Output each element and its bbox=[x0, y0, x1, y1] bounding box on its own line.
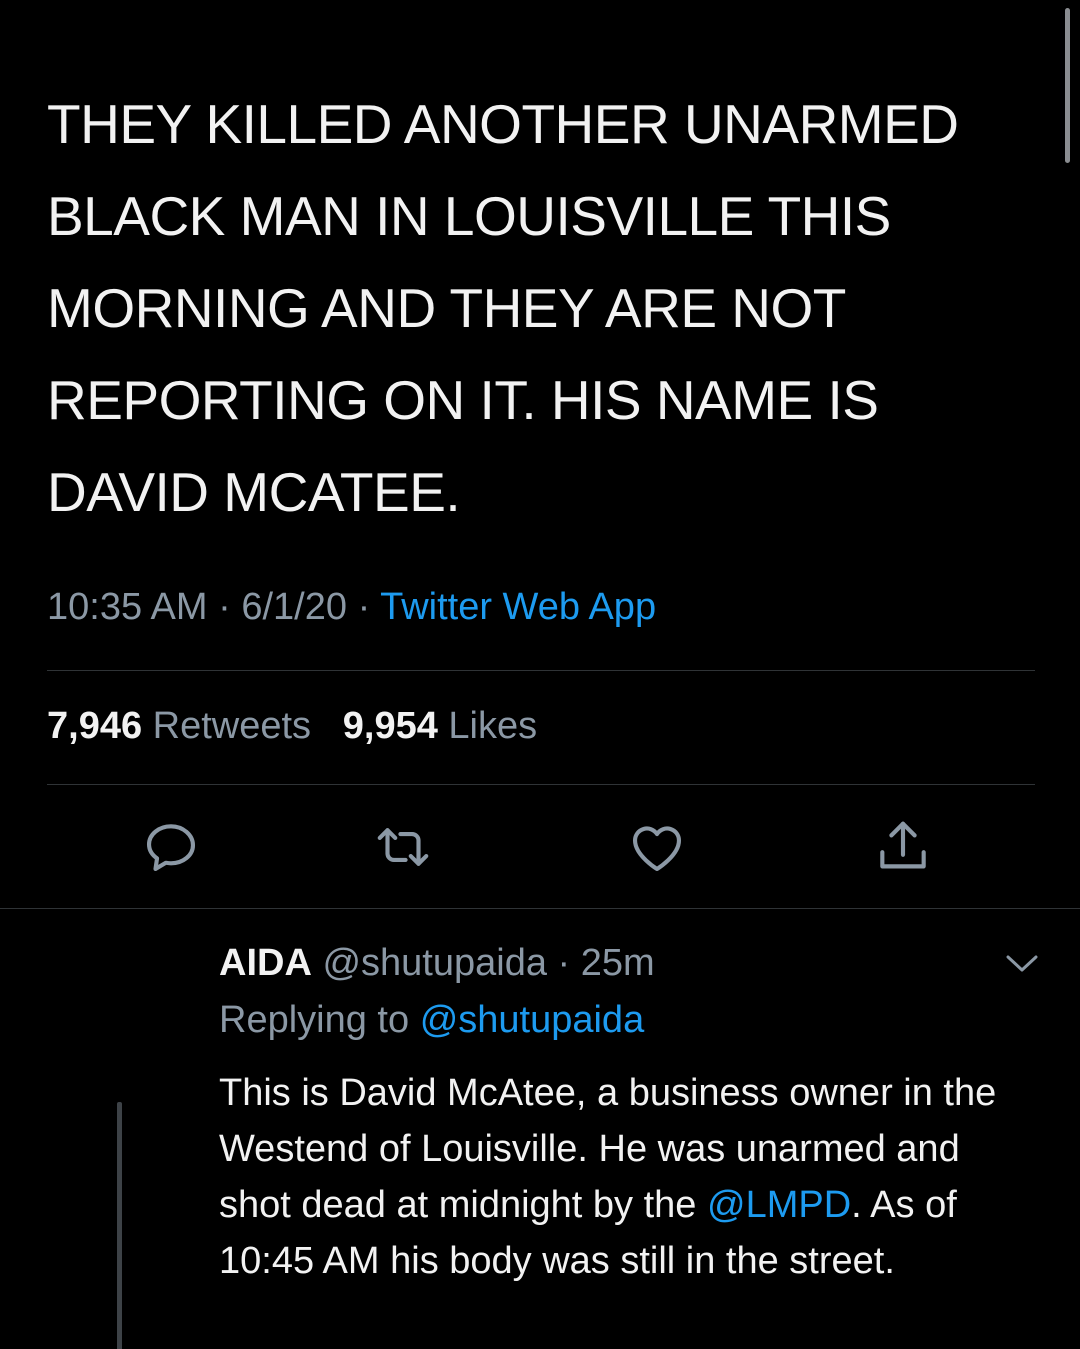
divider bbox=[47, 784, 1035, 785]
tweet-detail-screen: THEY KILLED ANOTHER UNARMED BLACK MAN IN… bbox=[0, 0, 1080, 1349]
retweets-stat[interactable]: 7,946 Retweets bbox=[47, 705, 322, 747]
likes-count: 9,954 bbox=[342, 705, 438, 747]
replying-to-handle[interactable]: @shutupaida bbox=[420, 999, 645, 1041]
tweet-date: 6/1/20 bbox=[241, 586, 347, 628]
retweets-label: Retweets bbox=[152, 705, 312, 747]
retweets-count: 7,946 bbox=[47, 705, 143, 747]
reply-icon bbox=[146, 824, 196, 872]
retweet-icon bbox=[377, 828, 429, 866]
like-icon bbox=[632, 826, 682, 872]
reply-age: 25m bbox=[580, 942, 655, 984]
likes-label: Likes bbox=[448, 705, 538, 747]
reply-author-handle[interactable]: @shutupaida bbox=[322, 942, 547, 984]
scrollbar[interactable] bbox=[1065, 8, 1070, 163]
like-button[interactable] bbox=[622, 812, 692, 882]
tweet-source-link[interactable]: Twitter Web App bbox=[380, 586, 656, 628]
likes-stat[interactable]: 9,954 Likes bbox=[343, 705, 537, 747]
retweet-button[interactable] bbox=[368, 812, 438, 882]
reply-tweet[interactable]: AIDA @shutupaida · 25m Replying to @shut… bbox=[219, 937, 1019, 1289]
share-button[interactable] bbox=[868, 812, 938, 882]
reply-button[interactable] bbox=[136, 812, 206, 882]
tweet-text: THEY KILLED ANOTHER UNARMED BLACK MAN IN… bbox=[47, 93, 959, 523]
meta-separator: · bbox=[218, 586, 231, 628]
replying-to: Replying to @shutupaida bbox=[219, 989, 1019, 1051]
section-divider bbox=[0, 908, 1080, 909]
reply-author-name[interactable]: AIDA bbox=[219, 942, 312, 984]
thread-connector-line bbox=[117, 1102, 122, 1349]
reply-text: This is David McAtee, a business owner i… bbox=[219, 1065, 1019, 1289]
mention-link[interactable]: @LMPD bbox=[707, 1184, 851, 1226]
tweet-time: 10:35 AM bbox=[47, 586, 208, 628]
reply-header: AIDA @shutupaida · 25m bbox=[219, 937, 1019, 989]
reply-separator: · bbox=[557, 942, 571, 984]
meta-separator: · bbox=[357, 586, 371, 628]
tweet-actions-bar bbox=[0, 812, 1080, 892]
replying-to-prefix: Replying to bbox=[219, 999, 410, 1041]
share-icon bbox=[880, 821, 926, 869]
tweet-meta: 10:35 AM · 6/1/20 · Twitter Web App bbox=[47, 586, 656, 629]
divider bbox=[47, 670, 1035, 671]
tweet-stats: 7,946 Retweets 9,954 Likes bbox=[47, 705, 537, 748]
